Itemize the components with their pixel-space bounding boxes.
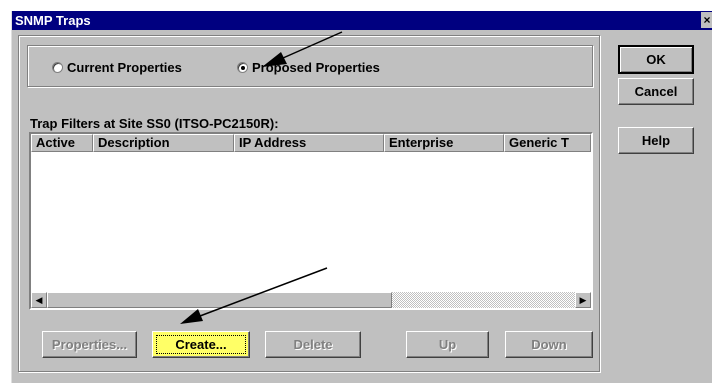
scroll-right-icon[interactable]: ▶ (575, 292, 591, 308)
properties-mode-group: Current Properties Proposed Properties (27, 45, 593, 87)
column-header-enterprise[interactable]: Enterprise (384, 134, 504, 152)
current-properties-radio[interactable]: Current Properties (52, 60, 182, 75)
column-header-active[interactable]: Active (31, 134, 93, 152)
proposed-properties-radio[interactable]: Proposed Properties (237, 60, 380, 75)
trap-filters-list[interactable]: Active Description IP Address Enterprise… (29, 132, 593, 310)
column-header-ip-address[interactable]: IP Address (234, 134, 384, 152)
radio-unchecked-icon (52, 62, 63, 73)
up-button[interactable]: Up (406, 331, 489, 358)
scroll-thumb[interactable] (47, 292, 392, 308)
properties-button[interactable]: Properties... (42, 331, 137, 358)
close-icon[interactable]: × (701, 12, 712, 28)
scroll-left-icon[interactable]: ◀ (31, 292, 47, 308)
ok-button[interactable]: OK (618, 45, 694, 74)
title-bar[interactable]: SNMP Traps × (12, 11, 712, 30)
cancel-button[interactable]: Cancel (618, 78, 694, 105)
proposed-properties-label: Proposed Properties (252, 60, 380, 75)
list-header: Active Description IP Address Enterprise… (31, 134, 591, 152)
window-title: SNMP Traps (15, 13, 91, 28)
current-properties-label: Current Properties (67, 60, 182, 75)
create-button[interactable]: Create... (152, 331, 250, 358)
horizontal-scrollbar[interactable]: ◀ ▶ (31, 292, 591, 308)
column-header-description[interactable]: Description (93, 134, 234, 152)
help-button[interactable]: Help (618, 127, 694, 154)
trap-filters-label: Trap Filters at Site SS0 (ITSO-PC2150R): (30, 116, 279, 131)
delete-button[interactable]: Delete (265, 331, 361, 358)
radio-checked-icon (237, 62, 248, 73)
column-header-generic[interactable]: Generic T (504, 134, 591, 152)
down-button[interactable]: Down (505, 331, 593, 358)
